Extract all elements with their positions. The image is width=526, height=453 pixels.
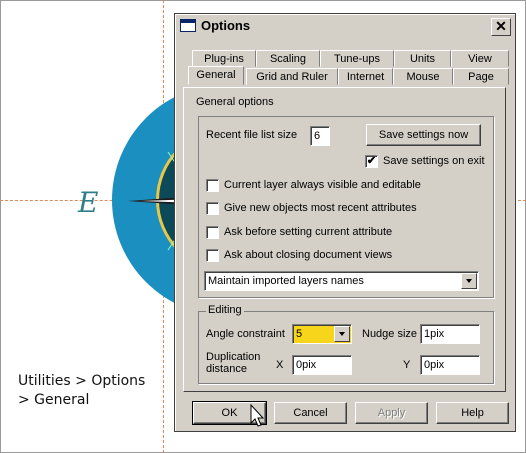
checkbox-ask-closing-views[interactable]: [206, 249, 219, 262]
window-icon: [180, 19, 196, 32]
tab-mouse[interactable]: Mouse: [393, 68, 453, 85]
caption-line-2: > General: [18, 392, 90, 408]
tab-view[interactable]: View: [451, 50, 509, 67]
compass-east-letter: E: [78, 186, 99, 219]
current-layer-visible-label: Current layer always visible and editabl…: [224, 179, 421, 191]
tab-tune-ups[interactable]: Tune-ups: [320, 50, 394, 67]
tab-general[interactable]: General: [188, 66, 244, 85]
new-objects-attributes-label: Give new objects most recent attributes: [224, 202, 417, 214]
save-settings-now-label: Save settings now: [378, 129, 469, 141]
tab-units[interactable]: Units: [394, 50, 451, 67]
tab-internet[interactable]: Internet: [338, 68, 393, 85]
tab-grid-and-ruler[interactable]: Grid and Ruler: [246, 68, 338, 85]
y-label: Y: [403, 359, 411, 371]
layers-names-dropdown[interactable]: Maintain imported layers names: [204, 271, 479, 291]
general-tab-panel: General options Recent file list size 6 …: [183, 87, 506, 392]
recent-files-input[interactable]: 6: [310, 126, 330, 146]
checkbox-current-layer-visible[interactable]: [206, 179, 219, 192]
angle-constraint-label: Angle constraint: [206, 328, 285, 340]
save-on-exit-checkbox[interactable]: ✔: [365, 155, 378, 168]
cancel-label: Cancel: [293, 407, 328, 419]
recent-files-label: Recent file list size: [206, 129, 298, 141]
save-settings-now-button[interactable]: Save settings now: [366, 124, 481, 146]
duplication-distance-label: Duplication distance: [206, 351, 260, 375]
duplication-label-line-2: distance: [206, 363, 247, 375]
help-button[interactable]: Help: [436, 402, 509, 424]
x-label: X: [276, 359, 284, 371]
angle-constraint-value: 5: [296, 328, 303, 340]
duplication-y-input[interactable]: 0pix: [420, 355, 480, 375]
close-button[interactable]: ✕: [491, 18, 511, 36]
editing-group-title: Editing: [206, 304, 244, 316]
tab-plug-ins[interactable]: Plug-ins: [192, 50, 256, 67]
dialog-title: Options: [201, 18, 251, 33]
save-on-exit-label: Save settings on exit: [383, 155, 485, 167]
nudge-size-label: Nudge size: [362, 328, 418, 340]
angle-dropdown-arrow-icon[interactable]: [334, 326, 350, 342]
ask-before-setting-label: Ask before setting current attribute: [224, 226, 393, 238]
tab-scaling[interactable]: Scaling: [256, 50, 320, 67]
tab-page[interactable]: Page: [453, 68, 509, 85]
apply-label: Apply: [377, 407, 406, 419]
help-label: Help: [461, 407, 484, 419]
nudge-size-input[interactable]: 1pix: [420, 324, 480, 344]
layers-names-value: Maintain imported layers names: [208, 275, 364, 287]
ask-closing-views-label: Ask about closing document views: [224, 249, 393, 261]
caption-line-1: Utilities > Options: [18, 373, 146, 389]
options-dialog: Options ✕ Plug-ins Scaling Tune-ups Unit…: [174, 13, 516, 432]
apply-button[interactable]: Apply: [355, 402, 428, 424]
angle-constraint-dropdown[interactable]: 5: [292, 324, 352, 344]
dialog-titlebar[interactable]: Options ✕: [176, 15, 514, 37]
general-options-label: General options: [196, 96, 274, 108]
checkbox-ask-before-setting[interactable]: [206, 226, 219, 239]
cancel-button[interactable]: Cancel: [274, 402, 347, 424]
duplication-label-line-1: Duplication: [206, 351, 261, 363]
ok-label: OK: [221, 407, 238, 419]
mouse-pointer-icon: [250, 404, 265, 427]
checkbox-new-objects-attributes[interactable]: [206, 202, 219, 215]
dropdown-arrow-icon[interactable]: [461, 273, 477, 289]
caption-text: Utilities > Options > General: [18, 372, 145, 410]
duplication-x-input[interactable]: 0pix: [292, 355, 352, 375]
